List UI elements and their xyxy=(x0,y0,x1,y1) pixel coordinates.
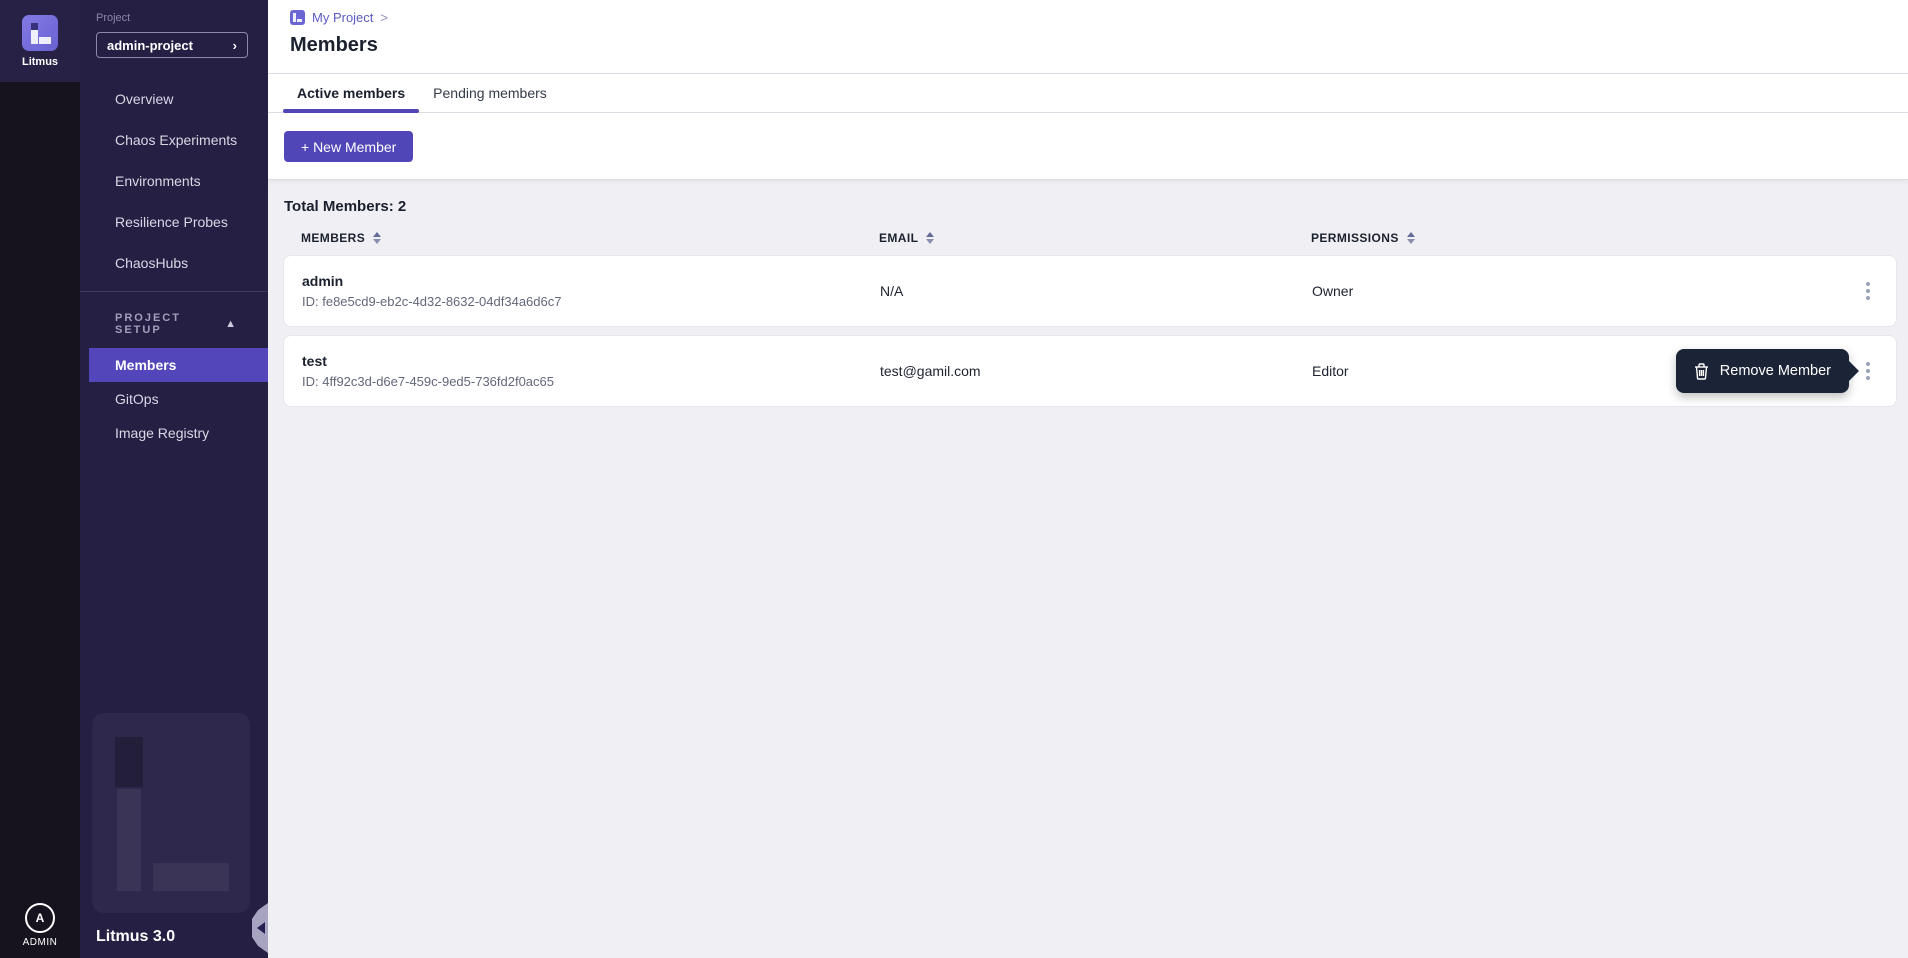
column-email-label: EMAIL xyxy=(879,231,918,245)
project-select-value: admin-project xyxy=(107,38,193,53)
setup-nav: Members GitOps Image Registry xyxy=(80,348,268,450)
user-name: ADMIN xyxy=(23,937,58,948)
table-row: admin ID: fe8e5cd9-eb2c-4d32-8632-04df34… xyxy=(283,255,1897,327)
member-id: ID: fe8e5cd9-eb2c-4d32-8632-04df34a6d6c7 xyxy=(302,294,880,309)
collapse-sidebar-icon[interactable] xyxy=(252,903,268,953)
sidebar-item-chaoshubs[interactable]: ChaosHubs xyxy=(80,242,268,283)
litmus-watermark xyxy=(92,713,250,913)
project-select[interactable]: admin-project › xyxy=(96,32,248,58)
member-email: N/A xyxy=(880,283,1312,299)
sort-icon[interactable] xyxy=(373,232,381,244)
version-label: Litmus 3.0 xyxy=(96,928,175,946)
watermark-shape xyxy=(117,789,141,891)
sort-icon[interactable] xyxy=(926,232,934,244)
member-email: test@gamil.com xyxy=(880,363,1312,379)
kebab-menu-icon[interactable] xyxy=(1860,356,1876,386)
app-root: Litmus A ADMIN Project admin-project › O… xyxy=(0,0,1908,958)
member-permission: Owner xyxy=(1312,283,1840,299)
tab-active-members[interactable]: Active members xyxy=(283,74,419,112)
sidebar-item-image-registry[interactable]: Image Registry xyxy=(80,416,268,450)
sidebar-item-environments[interactable]: Environments xyxy=(80,160,268,201)
project-label: Project xyxy=(96,12,268,24)
column-permissions: PERMISSIONS xyxy=(1311,231,1841,245)
remove-member-label: Remove Member xyxy=(1720,363,1831,379)
members-section: Total Members: 2 MEMBERS EMAIL PERMISSIO… xyxy=(268,180,1908,958)
brand-block: Litmus xyxy=(0,0,80,82)
row-actions xyxy=(1840,256,1896,326)
logo-foot xyxy=(39,37,51,44)
main-area: My Project > Members Active members Pend… xyxy=(268,0,1908,958)
project-icon xyxy=(290,10,305,25)
table-header: MEMBERS EMAIL PERMISSIONS xyxy=(283,231,1897,245)
chevron-right-icon: > xyxy=(380,10,388,25)
main-nav: Overview Chaos Experiments Environments … xyxy=(80,78,268,283)
sidebar-item-members[interactable]: Members xyxy=(89,348,268,382)
member-cell: test ID: 4ff92c3d-d6e7-459c-9ed5-736fd2f… xyxy=(302,353,880,389)
column-members: MEMBERS xyxy=(301,231,879,245)
litmus-logo-icon xyxy=(22,15,58,51)
avatar[interactable]: A xyxy=(25,903,55,933)
page-title: Members xyxy=(290,34,1908,57)
trash-icon xyxy=(1694,363,1709,380)
sidebar-item-gitops[interactable]: GitOps xyxy=(80,382,268,416)
logo-notch xyxy=(31,23,38,30)
tabbar: Active members Pending members xyxy=(268,73,1908,113)
row-actions: Remove Member xyxy=(1840,336,1896,406)
total-members-label: Total Members: 2 xyxy=(284,198,1908,215)
brand-name: Litmus xyxy=(22,56,58,68)
chevron-right-icon: › xyxy=(233,38,237,53)
column-permissions-label: PERMISSIONS xyxy=(1311,231,1399,245)
watermark-shape xyxy=(153,863,229,891)
remove-member-menu-item[interactable]: Remove Member xyxy=(1676,349,1849,393)
toolbar: + New Member xyxy=(268,113,1908,180)
sidebar-item-chaos-experiments[interactable]: Chaos Experiments xyxy=(80,119,268,160)
table-row: test ID: 4ff92c3d-d6e7-459c-9ed5-736fd2f… xyxy=(283,335,1897,407)
member-cell: admin ID: fe8e5cd9-eb2c-4d32-8632-04df34… xyxy=(302,273,880,309)
column-email: EMAIL xyxy=(879,231,1311,245)
member-name: test xyxy=(302,353,880,369)
column-members-label: MEMBERS xyxy=(301,231,365,245)
sidebar-item-overview[interactable]: Overview xyxy=(80,78,268,119)
chevron-up-icon[interactable]: ▲ xyxy=(225,318,238,330)
new-member-button[interactable]: + New Member xyxy=(284,131,413,162)
sort-icon[interactable] xyxy=(1407,232,1415,244)
kebab-menu-icon[interactable] xyxy=(1860,276,1876,306)
project-setup-section: PROJECT SETUP ▲ xyxy=(80,292,268,342)
user-block: A ADMIN xyxy=(0,903,80,948)
watermark-shape xyxy=(115,737,143,787)
member-name: admin xyxy=(302,273,880,289)
breadcrumb[interactable]: My Project > xyxy=(290,10,1908,25)
sidebar-item-resilience-probes[interactable]: Resilience Probes xyxy=(80,201,268,242)
page-header: My Project > Members xyxy=(268,0,1908,73)
member-id: ID: 4ff92c3d-d6e7-459c-9ed5-736fd2f0ac65 xyxy=(302,374,880,389)
tab-pending-members[interactable]: Pending members xyxy=(419,74,561,112)
breadcrumb-link[interactable]: My Project xyxy=(312,10,373,25)
left-rail: Litmus A ADMIN xyxy=(0,0,80,958)
project-sidebar: Project admin-project › Overview Chaos E… xyxy=(80,0,268,958)
project-setup-label: PROJECT SETUP xyxy=(115,312,225,336)
